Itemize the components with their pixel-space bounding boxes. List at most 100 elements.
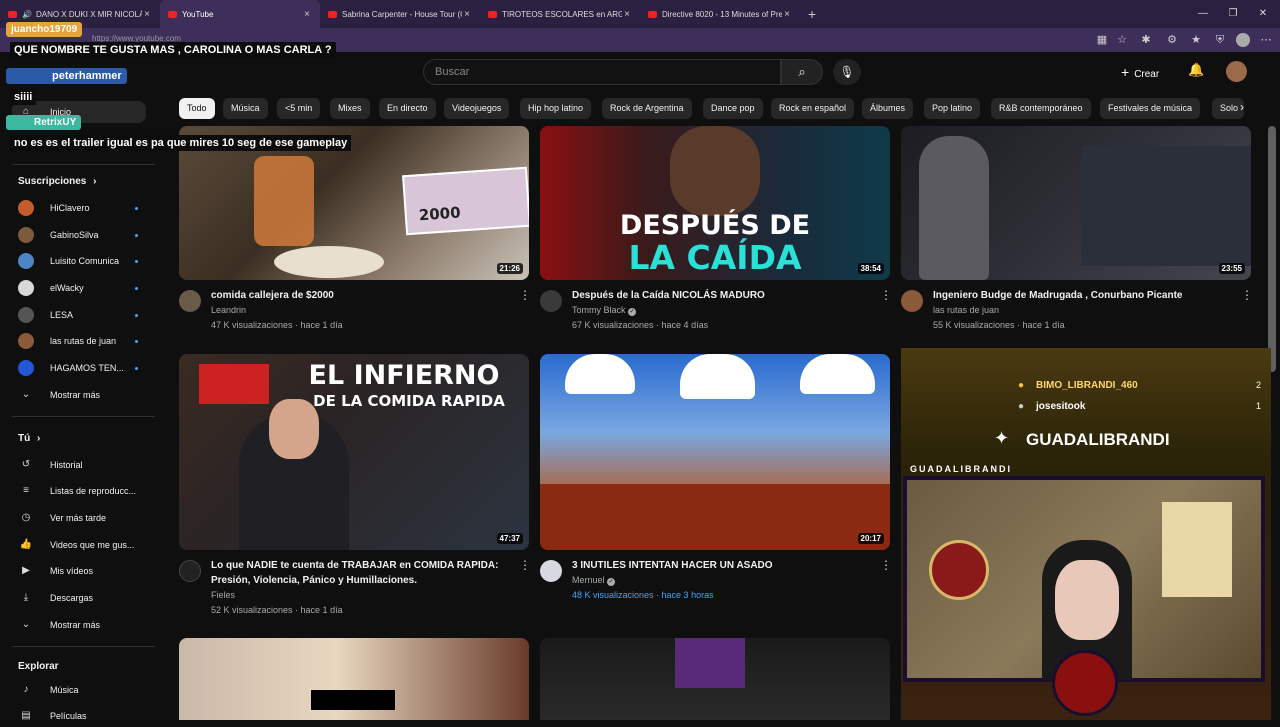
video-title[interactable]: Ingeniero Budge de Madrugada , Conurbano… [933, 288, 1233, 303]
create-button[interactable]: + Crear [1121, 60, 1177, 84]
youtube-favicon-icon [648, 10, 657, 18]
shield-icon[interactable]: ⛨ [1212, 32, 1228, 48]
more-vert-icon[interactable]: ⋮ [1241, 288, 1253, 302]
drink-image [254, 156, 314, 246]
sidebar-item-music[interactable]: ♪ Música [18, 679, 148, 701]
video-thumbnail[interactable] [179, 638, 529, 720]
extension-icon[interactable]: ✱ [1138, 32, 1154, 48]
face-image [269, 399, 319, 459]
video-title[interactable]: 3 INUTILES INTENTAN HACER UN ASADO [572, 558, 872, 573]
close-tab-icon[interactable]: × [302, 9, 312, 20]
close-tab-icon[interactable]: × [462, 9, 472, 20]
more-vert-icon[interactable]: ⋮ [880, 288, 892, 302]
channel-avatar[interactable] [540, 290, 562, 312]
close-tab-icon[interactable]: × [622, 9, 632, 20]
browser-tab[interactable]: Sabrina Carpenter - House Tour (O × [320, 0, 480, 28]
settings-icon[interactable]: ⚙ [1164, 32, 1180, 48]
sidebar-item-subscription[interactable]: LESA [18, 304, 148, 326]
video-title[interactable]: Después de la Caída NICOLÁS MADURO [572, 288, 862, 303]
more-icon[interactable]: ⋯ [1258, 32, 1274, 48]
sidebar-item-my-videos[interactable]: ▶ Mis vídeos [18, 560, 148, 582]
video-title-line-2[interactable]: Presión, Violencia, Pánico y Humillacion… [211, 573, 511, 588]
profile-icon[interactable] [1236, 33, 1250, 47]
chip[interactable]: Música [223, 98, 268, 119]
channel-avatar[interactable] [179, 290, 201, 312]
browser-tab[interactable]: TIROTEOS ESCOLARES en ARGENT × [480, 0, 640, 28]
sidebar-item-subscription[interactable]: Luisito Comunica [18, 250, 148, 272]
scrollbar-thumb[interactable] [1268, 126, 1276, 372]
channel-avatar[interactable] [901, 290, 923, 312]
channel-name[interactable]: Leandrin [211, 303, 246, 318]
star-icon[interactable]: ☆ [1114, 32, 1130, 48]
browser-tab-bar: 🔊 DANO X DUKI X MIR NICOLÁS × YouTube × … [0, 0, 1280, 28]
new-tab-button[interactable]: + [800, 6, 824, 22]
sidebar-you-header[interactable]: Tú › [18, 433, 40, 444]
search-button[interactable]: ⌕ [781, 59, 823, 85]
channel-name[interactable]: Tommy Black ✓ [572, 303, 637, 318]
chip[interactable]: Dance pop [703, 98, 763, 119]
favorites-icon[interactable]: ★ [1188, 32, 1204, 48]
chip[interactable]: <5 min [277, 98, 321, 119]
close-window-icon[interactable]: ✕ [1248, 0, 1278, 28]
chip[interactable]: R&B contemporáneo [991, 98, 1091, 119]
video-title[interactable]: Lo que NADIE te cuenta de TRABAJAR en CO… [211, 558, 511, 573]
channel-name[interactable]: las rutas de juan [933, 303, 999, 318]
chip[interactable]: Mixes [330, 98, 370, 119]
chip[interactable]: Rock de Argentina [602, 98, 692, 119]
video-thumbnail[interactable]: DESPUÉS DE LA CAÍDA 38:54 [540, 126, 890, 280]
minimize-icon[interactable]: — [1188, 0, 1218, 28]
more-vert-icon[interactable]: ⋮ [519, 558, 531, 572]
maximize-icon[interactable]: ❐ [1218, 0, 1248, 28]
chip[interactable]: Videojuegos [444, 98, 510, 119]
channel-name[interactable]: Mernuel ✓ [572, 573, 616, 588]
more-vert-icon[interactable]: ⋮ [519, 288, 531, 302]
chip-todo[interactable]: Todo [179, 98, 215, 119]
chip[interactable]: Rock en español [771, 98, 855, 119]
sidebar-item-history[interactable]: ↺ Historial [18, 454, 148, 476]
chevron-down-icon: ⌄ [21, 619, 31, 630]
sidebar-item-subscription[interactable]: GabinoSilva [18, 224, 148, 246]
browser-tab-active[interactable]: YouTube × [160, 0, 320, 28]
video-thumbnail[interactable] [540, 638, 890, 720]
chip[interactable]: En directo [379, 98, 436, 119]
video-thumbnail[interactable]: 20:17 [540, 354, 890, 550]
chevron-right-icon: › [93, 176, 97, 187]
sidebar-item-subscription[interactable]: HiClavero [18, 197, 148, 219]
sidebar-item-subscription[interactable]: elWacky [18, 277, 148, 299]
mic-button[interactable]: 🎙 [833, 59, 861, 85]
chat-message: no es es el trailer igual es pa que mire… [10, 135, 352, 151]
sidebar-item-watch-later[interactable]: ◷ Ver más tarde [18, 507, 148, 529]
youtube-favicon-icon [168, 10, 177, 18]
notifications-bell-icon[interactable]: 🔔 [1188, 62, 1204, 78]
chevron-right-icon[interactable]: › [1240, 100, 1244, 114]
chip[interactable]: Hip hop latino [520, 98, 592, 119]
sidebar-item-movies[interactable]: ▤ Películas [18, 705, 148, 727]
channel-avatar[interactable] [540, 560, 562, 582]
video-title[interactable]: comida callejera de $2000 [211, 288, 501, 303]
sidebar-show-more[interactable]: ⌄ Mostrar más [18, 384, 148, 406]
badge-icon: ● [1018, 401, 1025, 412]
chip[interactable]: Pop latino [924, 98, 981, 119]
channel-name[interactable]: Fieles [211, 588, 235, 603]
sidebar-item-subscription[interactable]: las rutas de juan [18, 330, 148, 352]
channel-avatar[interactable] [179, 560, 201, 582]
search-input[interactable]: Buscar [423, 59, 781, 85]
close-tab-icon[interactable]: × [142, 9, 152, 20]
sidebar-item-playlists[interactable]: ≡ Listas de reproducc... [18, 480, 148, 502]
sidebar-subscriptions-header[interactable]: Suscripciones › [18, 176, 96, 187]
sidebar-item-label: Historial [50, 460, 83, 470]
user-avatar[interactable] [1226, 61, 1247, 82]
sidebar-item-downloads[interactable]: ⤓ Descargas [18, 587, 148, 609]
sidebar-item-liked[interactable]: 👍 Videos que me gus... [18, 534, 148, 556]
chip[interactable]: Álbumes [862, 98, 914, 119]
video-meta: 47 K visualizaciones · hace 1 día [211, 320, 343, 330]
chip[interactable]: Festivales de música [1100, 98, 1201, 119]
app-icon[interactable]: ▦ [1094, 32, 1110, 48]
more-vert-icon[interactable]: ⋮ [880, 558, 892, 572]
sidebar-show-more[interactable]: ⌄ Mostrar más [18, 614, 148, 636]
browser-tab[interactable]: Directive 8020 - 13 Minutes of Pre × [640, 0, 800, 28]
close-tab-icon[interactable]: × [782, 9, 792, 20]
sidebar-item-subscription[interactable]: HAGAMOS TEN... [18, 357, 148, 379]
video-thumbnail[interactable]: 23:55 [901, 126, 1251, 280]
video-thumbnail[interactable]: EL INFIERNO DE LA COMIDA RAPIDA 47:37 [179, 354, 529, 550]
